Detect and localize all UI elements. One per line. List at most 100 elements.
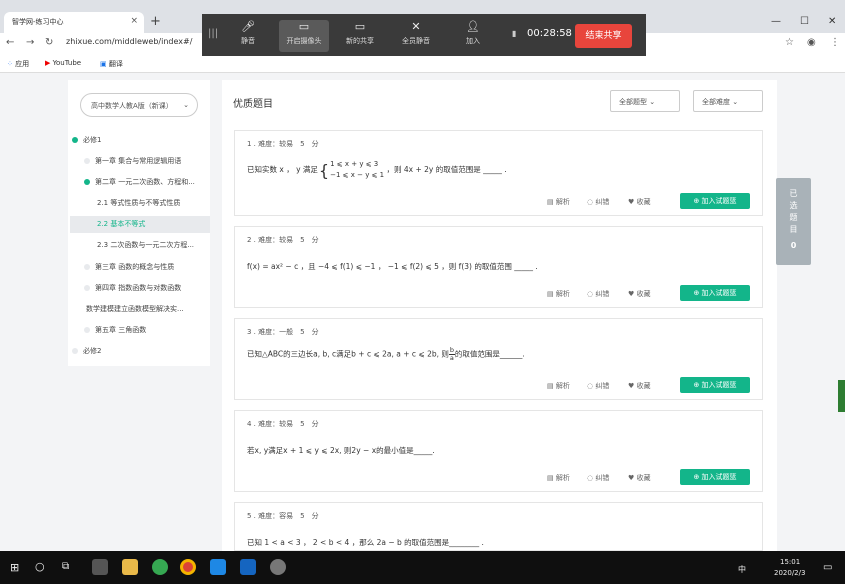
plus-icon: ⊕	[693, 289, 700, 297]
heart-icon: ♥	[628, 474, 635, 482]
doc-icon: ▤	[547, 290, 554, 298]
difficulty-filter[interactable]: 全部难度 ⌄	[693, 90, 763, 112]
tab-close-icon[interactable]: ×	[130, 16, 138, 26]
plus-icon: ⊕	[693, 381, 700, 389]
tree-item-2-3[interactable]: 2.3 二次函数与一元二次方程...	[97, 240, 194, 250]
question-card: 4 . 难度：较易 5 分 若x, y满足x + 1 ⩽ y ⩽ 2x, 则2y…	[234, 410, 763, 492]
app-icon[interactable]	[240, 559, 256, 575]
stop-share-button[interactable]: 结束共享	[575, 24, 632, 48]
bullet-icon	[84, 264, 90, 270]
tree-item-chapter3[interactable]: 第三章 函数的概念与性质	[84, 262, 174, 272]
forward-icon[interactable]: →	[26, 37, 34, 48]
favorite-button[interactable]: ♥ 收藏	[628, 381, 651, 391]
close-window-button[interactable]: ✕	[828, 16, 836, 27]
back-icon[interactable]: ←	[6, 37, 14, 48]
mic-off-icon: ✕	[411, 20, 421, 33]
question-header: 3 . 难度：一般 5 分	[247, 328, 319, 336]
reload-icon[interactable]: ↻	[45, 37, 53, 48]
camera-button[interactable]: ▭ 开启摄像头	[279, 20, 329, 52]
clock-date[interactable]: 2020/2/3	[774, 569, 805, 577]
question-header: 2 . 难度：较易 5 分	[247, 236, 319, 244]
tree-item-chapter5[interactable]: 第五章 三角函数	[84, 325, 146, 335]
add-to-basket-button[interactable]: ⊕ 加入试题篮	[680, 469, 750, 485]
tree-item-modeling[interactable]: 数学建模建立函数模型解决实...	[86, 304, 184, 314]
question-text: 已知实数 x ， y 满足{1 ⩽ x + y ⩽ 3 −1 ⩽ x − y ⩽ …	[247, 160, 507, 180]
tab-title: 智学网-练习中心	[12, 18, 64, 26]
heart-icon: ♥	[628, 290, 635, 298]
report-error-button[interactable]: ◌ 纠错	[587, 473, 609, 483]
menu-icon[interactable]: ⋮	[830, 37, 840, 48]
file-explorer-icon[interactable]	[122, 559, 138, 575]
task-view-icon[interactable]: ⧉	[62, 561, 69, 572]
question-text: f(x) = ax² − c ，且 −4 ⩽ f(1) ⩽ −1 ， −1 ⩽ …	[247, 262, 538, 271]
bullet-icon	[84, 158, 90, 164]
bookmark-apps[interactable]: ⁘ 应用	[7, 59, 29, 69]
tree-item-2-1[interactable]: 2.1 等式性质与不等式性质	[97, 198, 180, 208]
bookmarks-bar	[0, 56, 845, 73]
app-icon[interactable]	[270, 559, 286, 575]
tree-item-bixiu1[interactable]: 必修1	[72, 135, 101, 145]
report-error-button[interactable]: ◌ 纠错	[587, 381, 609, 391]
new-tab-button[interactable]: +	[150, 14, 161, 29]
maximize-button[interactable]: ☐	[800, 16, 809, 27]
notification-icon[interactable]: ▭	[823, 562, 832, 573]
selected-label: 已选题目	[789, 189, 798, 234]
add-to-basket-button[interactable]: ⊕ 加入试题篮	[680, 193, 750, 209]
tree-item-chapter1[interactable]: 第一章 集合与常用逻辑用语	[84, 156, 181, 166]
add-to-basket-button[interactable]: ⊕ 加入试题篮	[680, 377, 750, 393]
doc-icon: ▤	[547, 382, 554, 390]
microphone-icon: 🎤︎	[241, 20, 255, 33]
selected-questions-panel[interactable]: 已选题目 0	[776, 178, 811, 265]
flag-icon: ◌	[587, 198, 594, 206]
report-error-button[interactable]: ◌ 纠错	[587, 289, 609, 299]
app-icon[interactable]	[152, 559, 168, 575]
analysis-button[interactable]: ▤ 解析	[547, 381, 570, 391]
add-to-basket-button[interactable]: ⊕ 加入试题篮	[680, 285, 750, 301]
join-button[interactable]: 👤︎ 加入	[451, 20, 495, 46]
plus-icon: ⊕	[693, 473, 700, 481]
textbook-select[interactable]: 高中数学人教A版（新课） ⌄	[80, 93, 198, 117]
tree-item-chapter4[interactable]: 第四章 指数函数与对数函数	[84, 283, 181, 293]
doc-icon: ▤	[547, 198, 554, 206]
favorite-button[interactable]: ♥ 收藏	[628, 197, 651, 207]
new-share-button[interactable]: ▭ 新的共享	[338, 20, 382, 46]
ime-indicator[interactable]: 中	[738, 564, 746, 575]
chevron-down-icon: ⌄	[183, 101, 189, 109]
bookmark-star-icon[interactable]: ☆	[785, 37, 794, 48]
favorite-button[interactable]: ♥ 收藏	[628, 289, 651, 299]
search-icon[interactable]: ○	[35, 560, 45, 573]
question-type-filter[interactable]: 全部题型 ⌄	[610, 90, 680, 112]
url-field[interactable]: zhixue.com/middleweb/index#/	[66, 37, 192, 46]
question-text: 已知 1 < a < 3 ， 2 < b < 4 ，那么 2a − b 的取值范…	[247, 538, 484, 547]
drag-handle-icon[interactable]: |||	[208, 28, 218, 39]
windows-start-icon[interactable]: ⊞	[10, 561, 19, 574]
app-icon[interactable]	[210, 559, 226, 575]
bookmark-translate[interactable]: ▣ 翻译	[100, 59, 123, 69]
scrollbar-thumb[interactable]	[838, 380, 845, 412]
clock-time[interactable]: 15:01	[780, 558, 800, 566]
bullet-icon	[84, 285, 90, 291]
report-error-button[interactable]: ◌ 纠错	[587, 197, 609, 207]
mute-all-button[interactable]: ✕ 全员静音	[394, 20, 438, 46]
question-card: 2 . 难度：较易 5 分 f(x) = ax² − c ，且 −4 ⩽ f(1…	[234, 226, 763, 308]
question-header: 1 . 难度：较易 5 分	[247, 140, 319, 148]
question-card: 5 . 难度：容易 5 分 已知 1 < a < 3 ， 2 < b < 4 ，…	[234, 502, 763, 551]
favorite-button[interactable]: ♥ 收藏	[628, 473, 651, 483]
minimize-button[interactable]: —	[771, 16, 781, 27]
chrome-icon[interactable]	[180, 559, 196, 575]
bookmark-youtube[interactable]: ▶ YouTube	[45, 59, 81, 67]
analysis-button[interactable]: ▤ 解析	[547, 197, 570, 207]
analysis-button[interactable]: ▤ 解析	[547, 473, 570, 483]
analysis-button[interactable]: ▤ 解析	[547, 289, 570, 299]
monitor-icon: ▭	[354, 20, 366, 33]
browser-tab[interactable]: 智学网-练习中心 ×	[4, 12, 144, 33]
question-text: 若x, y满足x + 1 ⩽ y ⩽ 2x, 则2y − x的最小值是_____…	[247, 446, 435, 455]
tree-item-2-2-selected[interactable]: 2.2 基本不等式	[70, 216, 210, 233]
tree-item-chapter2[interactable]: 第二章 一元二次函数、方程和...	[84, 177, 195, 187]
tree-item-bixiu2[interactable]: 必修2	[72, 346, 101, 356]
heart-icon: ♥	[628, 198, 635, 206]
heart-icon: ♥	[628, 382, 635, 390]
profile-icon[interactable]: ◉	[807, 37, 816, 48]
app-icon[interactable]	[92, 559, 108, 575]
mute-button[interactable]: 🎤︎ 静音	[226, 20, 270, 46]
